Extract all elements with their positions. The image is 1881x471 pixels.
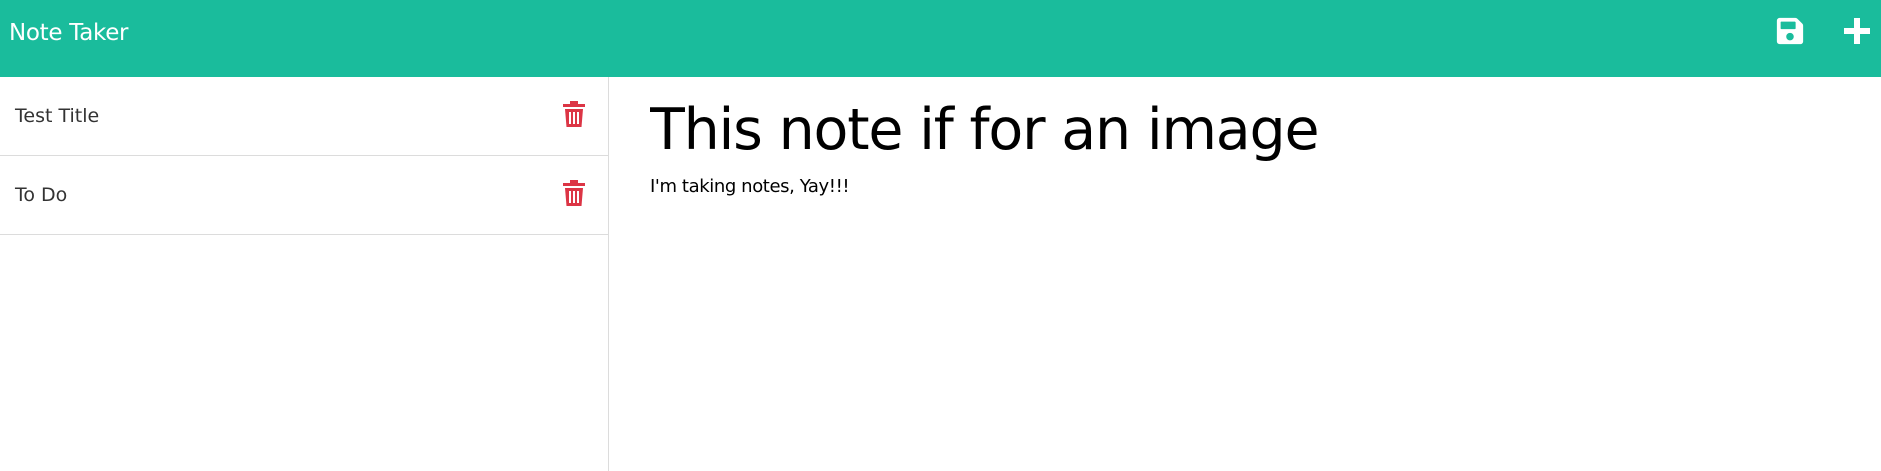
note-title-field[interactable] xyxy=(650,93,1830,167)
note-list-title[interactable]: To Do xyxy=(15,183,67,207)
list-item[interactable]: Test Title xyxy=(0,77,608,156)
note-text-field[interactable]: I'm taking notes, Yay!!! xyxy=(650,175,1830,435)
trash-icon[interactable] xyxy=(563,101,585,127)
trash-icon[interactable] xyxy=(563,180,585,206)
note-list-title[interactable]: Test Title xyxy=(15,104,99,128)
navbar: Note Taker xyxy=(0,0,1881,77)
new-note-icon[interactable] xyxy=(1842,16,1872,46)
note-list-panel: Test Title To Do xyxy=(0,77,609,471)
save-note-icon[interactable] xyxy=(1775,16,1805,46)
note-list: Test Title To Do xyxy=(0,77,608,235)
app-title[interactable]: Note Taker xyxy=(9,19,129,47)
list-item[interactable]: To Do xyxy=(0,156,608,235)
note-editor: I'm taking notes, Yay!!! xyxy=(610,77,1881,471)
